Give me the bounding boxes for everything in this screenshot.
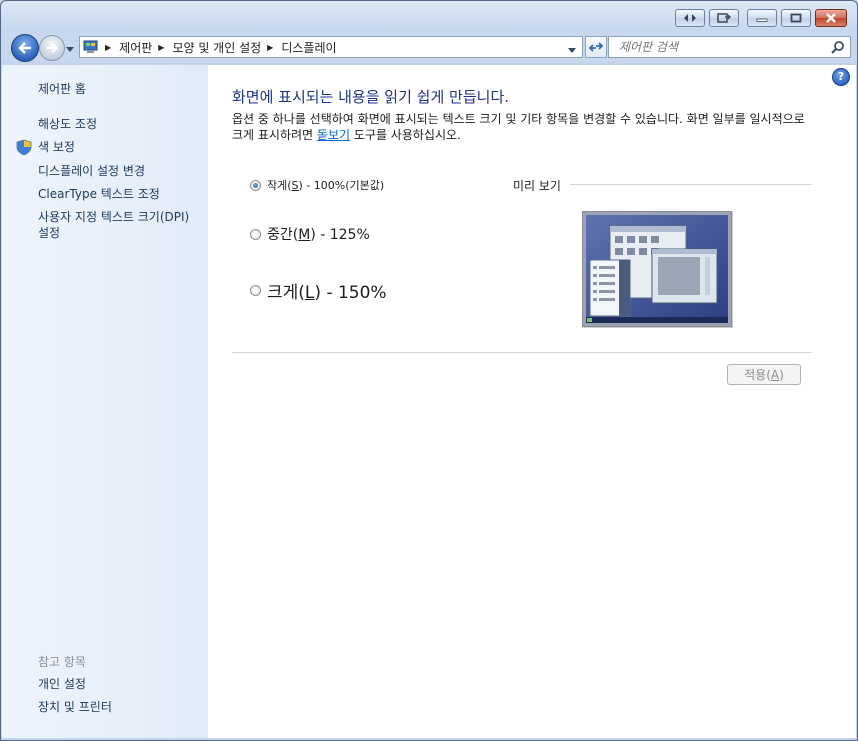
breadcrumb-control-panel[interactable]: 제어판 [119,39,152,56]
breadcrumb-appearance[interactable]: 모양 및 개인 설정 [172,39,261,56]
forward-arrow-icon [47,43,58,53]
desktop-preview-icon [586,215,728,323]
radio-small[interactable] [250,179,261,191]
search-input[interactable] [617,39,831,55]
maximize-icon [790,13,802,23]
breadcrumb-separator-icon[interactable]: ▶ [105,43,111,52]
control-panel-icon [83,40,98,53]
navigation-bar: ▶ 제어판 ▶ 모양 및 개인 설정 ▶ 디스플레이 [9,33,851,62]
sidebar: 제어판 홈 해상도 조정 색 보정 디스플레이 설정 변경 ClearType … [2,65,208,738]
close-icon [826,13,836,23]
sidebar-item-cleartype[interactable]: ClearType 텍스트 조정 [38,186,160,202]
see-also-heading: 참고 항목 [38,655,86,669]
back-button[interactable] [11,34,39,62]
page-description: 옵션 중 하나를 선택하여 화면에 표시되는 텍스트 크기 및 기타 항목을 변… [232,111,812,143]
control-panel-window: ▶ 제어판 ▶ 모양 및 개인 설정 ▶ 디스플레이 제어판 검색 제어판 홈 … [0,0,858,741]
chevron-down-icon [66,47,74,52]
refresh-button[interactable] [585,36,607,58]
page-title: 화면에 표시되는 내용을 읽기 쉽게 만듭니다. [232,88,510,106]
window-share-icon [717,12,731,23]
address-dropdown[interactable] [568,43,576,57]
chevron-down-icon [568,48,576,53]
snap-button[interactable] [675,9,705,27]
refresh-icon [588,42,604,52]
snap-icon [684,14,696,22]
sidebar-control-panel-home[interactable]: 제어판 홈 [38,81,86,97]
preview-label: 미리 보기 [513,179,561,193]
close-button[interactable] [815,9,847,27]
forward-button[interactable] [39,35,65,61]
main-panel: ? 화면에 표시되는 내용을 읽기 쉽게 만듭니다. 옵션 중 하나를 선택하여… [208,65,856,738]
description-text-end: 도구를 사용하십시오. [350,128,461,142]
minimize-button[interactable] [747,9,777,27]
sidebar-item-devices-printers[interactable]: 장치 및 프린터 [38,699,112,715]
maximize-button[interactable] [781,9,811,27]
help-icon[interactable]: ? [832,68,850,86]
option-medium-label: 중간(M) - 125% [267,227,370,243]
magnifier-link[interactable]: 돋보기 [317,128,350,142]
shield-icon [16,139,32,156]
caption-buttons [675,9,847,27]
option-small[interactable]: 작게(S) - 100%(기본값) [250,177,384,193]
breadcrumb-separator-icon[interactable]: ▶ [158,43,164,52]
share-button[interactable] [709,9,739,27]
option-medium[interactable]: 중간(M) - 125% [250,224,370,244]
breadcrumb-separator-icon[interactable]: ▶ [267,43,273,52]
radio-medium[interactable] [250,228,261,240]
sidebar-item-resolution[interactable]: 해상도 조정 [38,116,97,132]
address-bar[interactable]: ▶ 제어판 ▶ 모양 및 개인 설정 ▶ 디스플레이 [79,36,583,58]
preview-divider [570,184,812,185]
radio-large[interactable] [250,285,261,296]
option-small-label: 작게(S) - 100%(기본값) [267,179,385,192]
sidebar-item-personalization[interactable]: 개인 설정 [38,676,86,692]
sidebar-item-custom-dpi[interactable]: 사용자 지정 텍스트 크기(DPI) 설정 [38,209,204,241]
breadcrumb-display[interactable]: 디스플레이 [281,39,336,56]
search-icon[interactable] [831,40,845,54]
preview-image [582,211,732,327]
search-box[interactable] [608,36,851,58]
option-large[interactable]: 크게(L) - 150% [250,278,387,303]
sidebar-item-display-settings[interactable]: 디스플레이 설정 변경 [38,163,145,179]
content-area: 제어판 홈 해상도 조정 색 보정 디스플레이 설정 변경 ClearType … [2,65,856,738]
minimize-icon [756,18,768,22]
apply-button[interactable]: 적용(A) [727,364,801,385]
option-large-label: 크게(L) - 150% [267,283,387,303]
section-divider [232,352,812,353]
back-arrow-icon [18,42,31,54]
sidebar-item-color-calibration[interactable]: 색 보정 [38,139,75,155]
recent-pages-dropdown[interactable] [66,42,74,56]
